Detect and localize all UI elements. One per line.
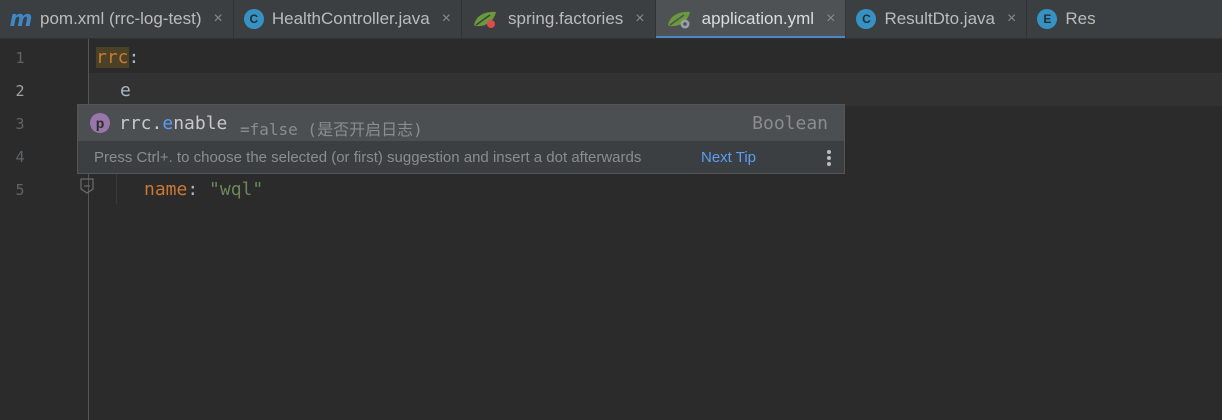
close-icon[interactable]: × bbox=[635, 10, 644, 28]
line-number: 4 bbox=[15, 148, 25, 166]
completion-hint: Press Ctrl+. to choose the selected (or … bbox=[94, 149, 642, 166]
editor-tab-bar: m pom.xml (rrc-log-test) × C HealthContr… bbox=[0, 0, 1222, 39]
tab-label: Res bbox=[1065, 9, 1096, 28]
close-icon[interactable]: × bbox=[214, 10, 223, 28]
tab-label: pom.xml (rrc-log-test) bbox=[40, 9, 202, 28]
java-class-icon: C bbox=[856, 9, 877, 29]
yaml-key: name bbox=[144, 179, 188, 200]
line-number-gutter[interactable]: 1 2 3 4 5 bbox=[0, 39, 89, 420]
completion-match: e bbox=[162, 113, 174, 134]
next-tip-link[interactable]: Next Tip bbox=[701, 149, 756, 166]
close-icon[interactable]: × bbox=[826, 10, 835, 28]
yaml-string-value: "wql" bbox=[209, 179, 264, 200]
code-completion-popup: p rrc.enable =false (是否开启日志) Boolean Pre… bbox=[77, 104, 845, 174]
spring-config-icon bbox=[666, 9, 694, 29]
colon: : bbox=[187, 179, 210, 200]
close-icon[interactable]: × bbox=[1007, 10, 1016, 28]
tab-label: ResultDto.java bbox=[884, 9, 995, 28]
code-line-1[interactable]: rrc: bbox=[96, 47, 139, 68]
tab-health-controller[interactable]: C HealthController.java × bbox=[234, 0, 463, 38]
completion-rest: nable bbox=[173, 113, 228, 134]
tab-label: HealthController.java bbox=[271, 9, 430, 28]
spring-leaf-icon bbox=[472, 9, 500, 29]
typed-text: e bbox=[120, 80, 131, 101]
tab-spring-factories[interactable]: spring.factories × bbox=[462, 0, 656, 38]
yaml-key: rrc bbox=[96, 47, 129, 68]
completion-default-and-description: =false (是否开启日志) bbox=[240, 120, 423, 139]
line-number-current: 2 bbox=[15, 82, 25, 100]
line-number: 1 bbox=[15, 49, 25, 67]
tab-label: application.yml bbox=[701, 9, 815, 28]
tab-pom-xml[interactable]: m pom.xml (rrc-log-test) × bbox=[0, 0, 234, 38]
close-icon[interactable]: × bbox=[442, 10, 451, 28]
line-number: 5 bbox=[15, 181, 25, 199]
fold-end-icon[interactable] bbox=[80, 178, 94, 194]
completion-name: rrc.enable bbox=[119, 113, 227, 134]
indent-guide bbox=[116, 172, 117, 204]
completion-type: Boolean bbox=[752, 113, 828, 134]
tab-label: spring.factories bbox=[508, 9, 624, 28]
java-class-icon: C bbox=[243, 9, 264, 29]
tab-application-yml[interactable]: application.yml × bbox=[655, 0, 847, 38]
caret-line-highlight bbox=[89, 73, 1222, 106]
property-icon: p bbox=[90, 113, 110, 133]
completion-item-selected[interactable]: p rrc.enable =false (是否开启日志) Boolean bbox=[78, 105, 844, 141]
completion-prefix: rrc. bbox=[119, 113, 163, 134]
code-line-5[interactable]: name: "wql" bbox=[144, 179, 263, 200]
line-number: 3 bbox=[15, 115, 25, 133]
colon: : bbox=[128, 47, 140, 68]
java-enum-icon: E bbox=[1037, 9, 1058, 29]
code-line-2[interactable]: e bbox=[120, 80, 131, 101]
tab-res-enum[interactable]: E Res bbox=[1027, 0, 1105, 38]
tab-result-dto[interactable]: C ResultDto.java × bbox=[846, 0, 1028, 38]
more-options-icon[interactable] bbox=[826, 148, 832, 168]
maven-icon: m bbox=[9, 6, 33, 32]
